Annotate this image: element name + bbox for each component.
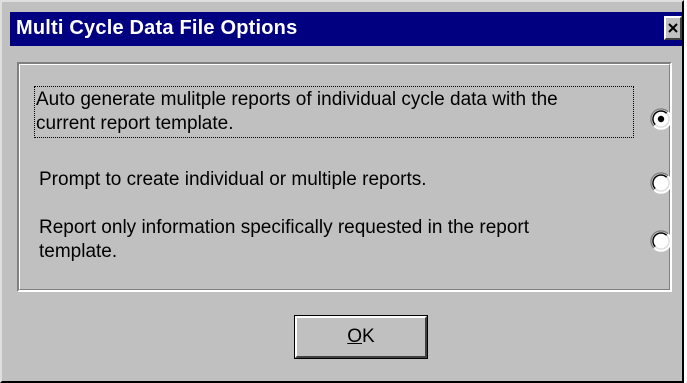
option-auto-generate-line2: current report template. [36, 113, 234, 134]
option-prompt-label[interactable]: Prompt to create individual or multiple … [39, 168, 619, 192]
option-report-only-line2: template. [39, 241, 118, 262]
option-report-only-label[interactable]: Report only information specifically req… [39, 216, 619, 264]
title-bar[interactable]: Multi Cycle Data File Options [10, 12, 682, 46]
ok-label-rest: K [362, 326, 375, 347]
dialog-title: Multi Cycle Data File Options [16, 17, 298, 39]
ok-button[interactable]: OK [294, 315, 428, 359]
dialog-window: Multi Cycle Data File Options Auto gener… [0, 0, 684, 383]
option-prompt-radio[interactable] [650, 172, 672, 194]
option-prompt-line1: Prompt to create individual or multiple … [39, 169, 427, 190]
ok-button-label: OK [347, 326, 374, 348]
option-report-only-radio[interactable] [650, 230, 672, 252]
close-icon [668, 23, 678, 33]
radio-selected-dot [657, 115, 665, 123]
ok-mnemonic: O [347, 326, 363, 347]
option-auto-generate-radio[interactable] [650, 108, 672, 130]
option-report-only-line1: Report only information specifically req… [39, 217, 530, 238]
close-button[interactable] [664, 16, 682, 40]
option-auto-generate-label[interactable]: Auto generate mulitple reports of indivi… [34, 86, 634, 138]
option-auto-generate-line1: Auto generate mulitple reports of indivi… [36, 89, 558, 110]
